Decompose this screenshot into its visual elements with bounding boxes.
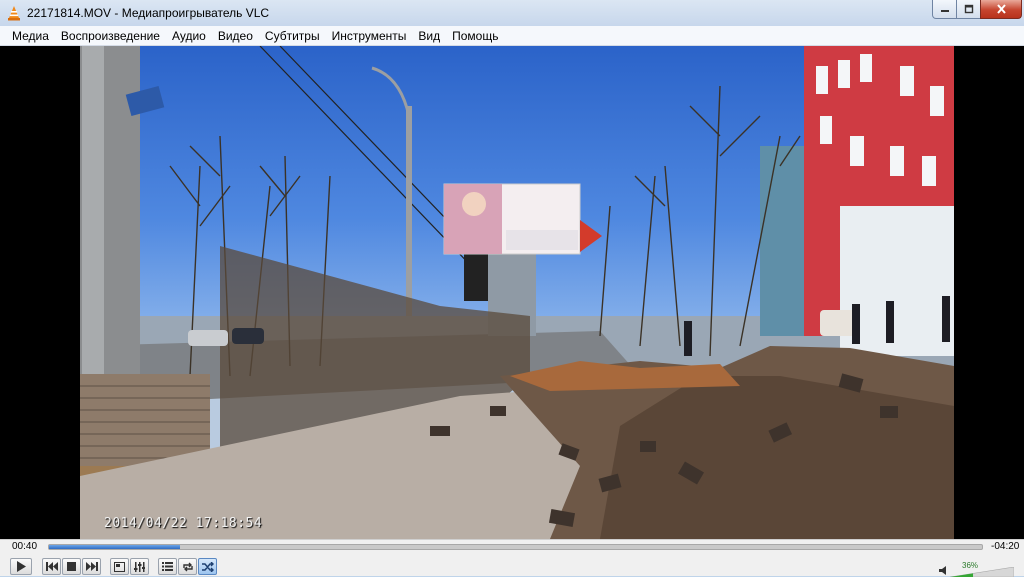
video-frame: 2014/04/22 17:18:54 [80, 46, 954, 539]
equalizer-icon [134, 561, 145, 572]
maximize-icon [964, 4, 973, 14]
menu-media[interactable]: Медиа [6, 26, 55, 46]
fullscreen-icon [114, 561, 125, 572]
vlc-cone-icon [8, 6, 20, 21]
menu-view[interactable]: Вид [412, 26, 446, 46]
loop-icon [182, 562, 193, 571]
vlc-window: 22171814.MOV - Медиапроигрыватель VLC Ме… [0, 0, 1024, 577]
menu-playback[interactable]: Воспроизведение [55, 26, 166, 46]
maximize-button[interactable] [956, 0, 981, 19]
fullscreen-button[interactable] [110, 558, 129, 575]
previous-button[interactable] [42, 558, 61, 575]
play-button[interactable] [10, 558, 32, 575]
elapsed-time: 00:40 [12, 541, 38, 552]
video-area[interactable]: 2014/04/22 17:18:54 [0, 46, 1024, 539]
menu-tools[interactable]: Инструменты [326, 26, 413, 46]
close-button[interactable] [980, 0, 1022, 19]
close-icon [996, 4, 1006, 14]
stop-icon [67, 562, 76, 571]
previous-icon [45, 562, 58, 571]
stop-button[interactable] [62, 558, 81, 575]
menu-help[interactable]: Помощь [446, 26, 504, 46]
seek-progress [49, 545, 180, 549]
menu-audio[interactable]: Аудио [166, 26, 212, 46]
playback-controls: 00:40 -04:20 36% [0, 539, 1024, 577]
playlist-button[interactable] [158, 558, 177, 575]
extended-settings-button[interactable] [130, 558, 149, 575]
menu-bar: Медиа Воспроизведение Аудио Видео Субтит… [0, 26, 1024, 46]
play-icon [17, 561, 26, 572]
shuffle-button[interactable] [198, 558, 217, 575]
shuffle-icon [201, 561, 214, 572]
window-title: 22171814.MOV - Медиапроигрыватель VLC [27, 6, 270, 20]
menu-subtitles[interactable]: Субтитры [259, 26, 326, 46]
menu-video[interactable]: Видео [212, 26, 259, 46]
minimize-icon [940, 10, 949, 12]
video-timestamp: 2014/04/22 17:18:54 [104, 516, 263, 531]
remaining-time: -04:20 [991, 541, 1020, 552]
playlist-icon [162, 562, 173, 571]
next-icon [85, 562, 98, 571]
next-button[interactable] [82, 558, 101, 575]
speaker-icon[interactable] [939, 566, 948, 575]
seek-bar[interactable] [48, 544, 983, 550]
title-bar[interactable]: 22171814.MOV - Медиапроигрыватель VLC [0, 0, 1024, 26]
street-scene [80, 46, 954, 539]
minimize-button[interactable] [932, 0, 957, 19]
loop-button[interactable] [178, 558, 197, 575]
